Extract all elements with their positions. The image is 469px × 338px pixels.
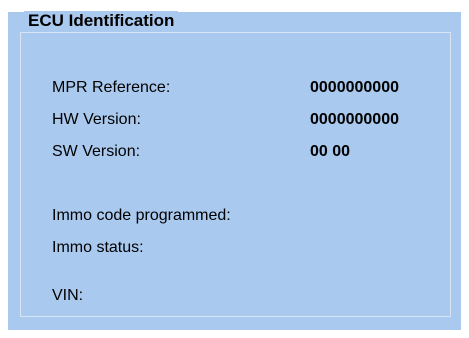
mpr-reference-label: MPR Reference: — [52, 79, 171, 96]
section-title: ECU Identification — [24, 11, 179, 31]
sw-version-label: SW Version: — [52, 143, 141, 160]
ecu-identification-groupbox — [20, 32, 451, 317]
hw-version-label: HW Version: — [52, 111, 141, 128]
hw-version-value: 0000000000 — [310, 111, 399, 128]
ecu-identification-panel — [8, 12, 461, 330]
vin-label: VIN: — [52, 287, 84, 304]
immo-code-programmed-label: Immo code programmed: — [52, 207, 231, 224]
sw-version-value: 00 00 — [310, 143, 351, 160]
immo-status-label: Immo status: — [52, 239, 144, 256]
mpr-reference-value: 0000000000 — [310, 79, 399, 96]
